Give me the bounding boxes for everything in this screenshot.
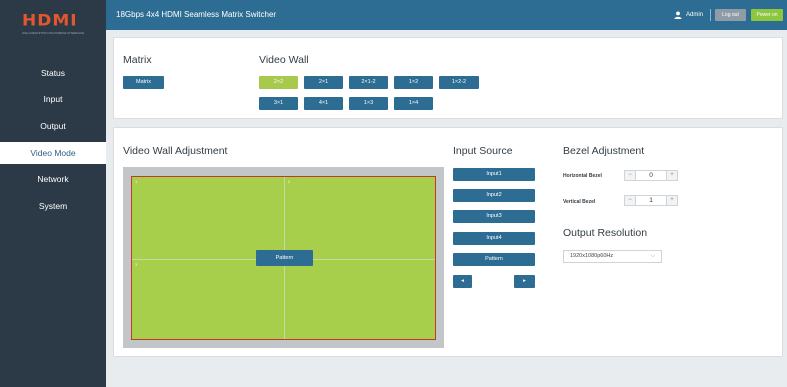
horizontal-bezel-stepper[interactable]: − 0 + xyxy=(624,170,678,181)
power-on-button[interactable]: Power on xyxy=(751,9,783,21)
page-title: 18Gbps 4x4 HDMI Seamless Matrix Switcher xyxy=(116,10,277,19)
bezel-adjustment-title: Bezel Adjustment xyxy=(563,145,645,157)
vertical-bezel-decrement-button[interactable]: − xyxy=(625,196,636,205)
input-source-title: Input Source xyxy=(453,145,513,157)
layout-3x1-button[interactable]: 3×1 xyxy=(259,97,298,110)
vertical-bezel-stepper[interactable]: − 1 + xyxy=(624,195,678,206)
layout-2x1-button[interactable]: 2×1 xyxy=(304,76,343,89)
output-resolution-value: 1920x1080p60Hz xyxy=(570,253,614,259)
logo-text: HDMI xyxy=(22,11,78,31)
top-bar: 18Gbps 4x4 HDMI Seamless Matrix Switcher… xyxy=(106,0,787,30)
video-wall-title: Video Wall xyxy=(259,54,309,66)
header-divider xyxy=(710,9,711,21)
horizontal-bezel-increment-button[interactable]: + xyxy=(666,171,677,180)
tile-number-3: 3 xyxy=(135,262,138,267)
sidebar-item-status[interactable]: Status xyxy=(0,62,106,84)
input3-button[interactable]: Input3 xyxy=(453,210,535,223)
layout-1x2-2-button[interactable]: 1×2-2 xyxy=(439,76,479,89)
sidebar-item-video-mode[interactable]: Video Mode xyxy=(0,142,106,164)
sidebar-item-system[interactable]: System xyxy=(0,195,106,217)
layout-2x2-button[interactable]: 2×2 xyxy=(259,76,298,89)
tile-number-1: 1 xyxy=(135,179,138,184)
horizontal-bezel-label: Horizontal Bezel xyxy=(563,173,602,179)
vertical-bezel-label: Vertical Bezel xyxy=(563,199,596,205)
horizontal-bezel-value[interactable]: 0 xyxy=(636,171,666,180)
output-resolution-title: Output Resolution xyxy=(563,227,648,239)
layout-1x4-button[interactable]: 1×4 xyxy=(394,97,433,110)
horizontal-bezel-decrement-button[interactable]: − xyxy=(625,171,636,180)
chevron-down-icon: ⌵ xyxy=(650,253,655,259)
next-arrow-button[interactable]: ▸ xyxy=(514,275,535,288)
layout-2x1-2-button[interactable]: 2×1-2 xyxy=(349,76,388,89)
input4-button[interactable]: Input4 xyxy=(453,232,535,245)
matrix-title: Matrix xyxy=(123,54,152,66)
sidebar-item-input[interactable]: Input xyxy=(0,88,106,110)
sidebar-item-output[interactable]: Output xyxy=(0,115,106,137)
sidebar-item-network[interactable]: Network xyxy=(0,168,106,190)
video-wall-adjustment-title: Video Wall Adjustment xyxy=(123,145,228,157)
vertical-bezel-value[interactable]: 1 xyxy=(636,196,666,205)
output-resolution-select[interactable]: 1920x1080p60Hz ⌵ xyxy=(563,250,662,263)
tile-number-2: 2 xyxy=(288,179,291,184)
sidebar: HDMI HIGH-DEFINITION MULTIMEDIA INTERFAC… xyxy=(0,0,106,387)
input2-button[interactable]: Input2 xyxy=(453,189,535,202)
input-pattern-button[interactable]: Pattern xyxy=(453,253,535,266)
matrix-button[interactable]: Matrix xyxy=(123,76,164,89)
input1-button[interactable]: Input1 xyxy=(453,168,535,181)
video-wall-canvas[interactable]: 1 2 3 Pattern xyxy=(131,176,436,340)
layout-4x1-button[interactable]: 4×1 xyxy=(304,97,343,110)
hdmi-logo: HDMI HIGH-DEFINITION MULTIMEDIA INTERFAC… xyxy=(22,13,84,43)
vertical-bezel-increment-button[interactable]: + xyxy=(666,196,677,205)
logout-button[interactable]: Log out xyxy=(715,9,746,21)
user-name: Admin xyxy=(686,12,704,18)
video-wall-preview: 1 2 3 Pattern xyxy=(123,167,444,348)
prev-arrow-button[interactable]: ◂ xyxy=(453,275,472,288)
layout-1x2-button[interactable]: 1×2 xyxy=(394,76,433,89)
mode-panel: Matrix Matrix Video Wall 2×2 2×1 2×1-2 1… xyxy=(113,37,783,119)
adjustment-panel: Video Wall Adjustment 1 2 3 Pattern Inpu… xyxy=(113,127,783,357)
logo-tagline: HIGH-DEFINITION MULTIMEDIA INTERFACE xyxy=(22,31,85,35)
user-icon xyxy=(674,11,682,19)
wall-pattern-button[interactable]: Pattern xyxy=(256,250,313,266)
layout-1x3-button[interactable]: 1×3 xyxy=(349,97,388,110)
